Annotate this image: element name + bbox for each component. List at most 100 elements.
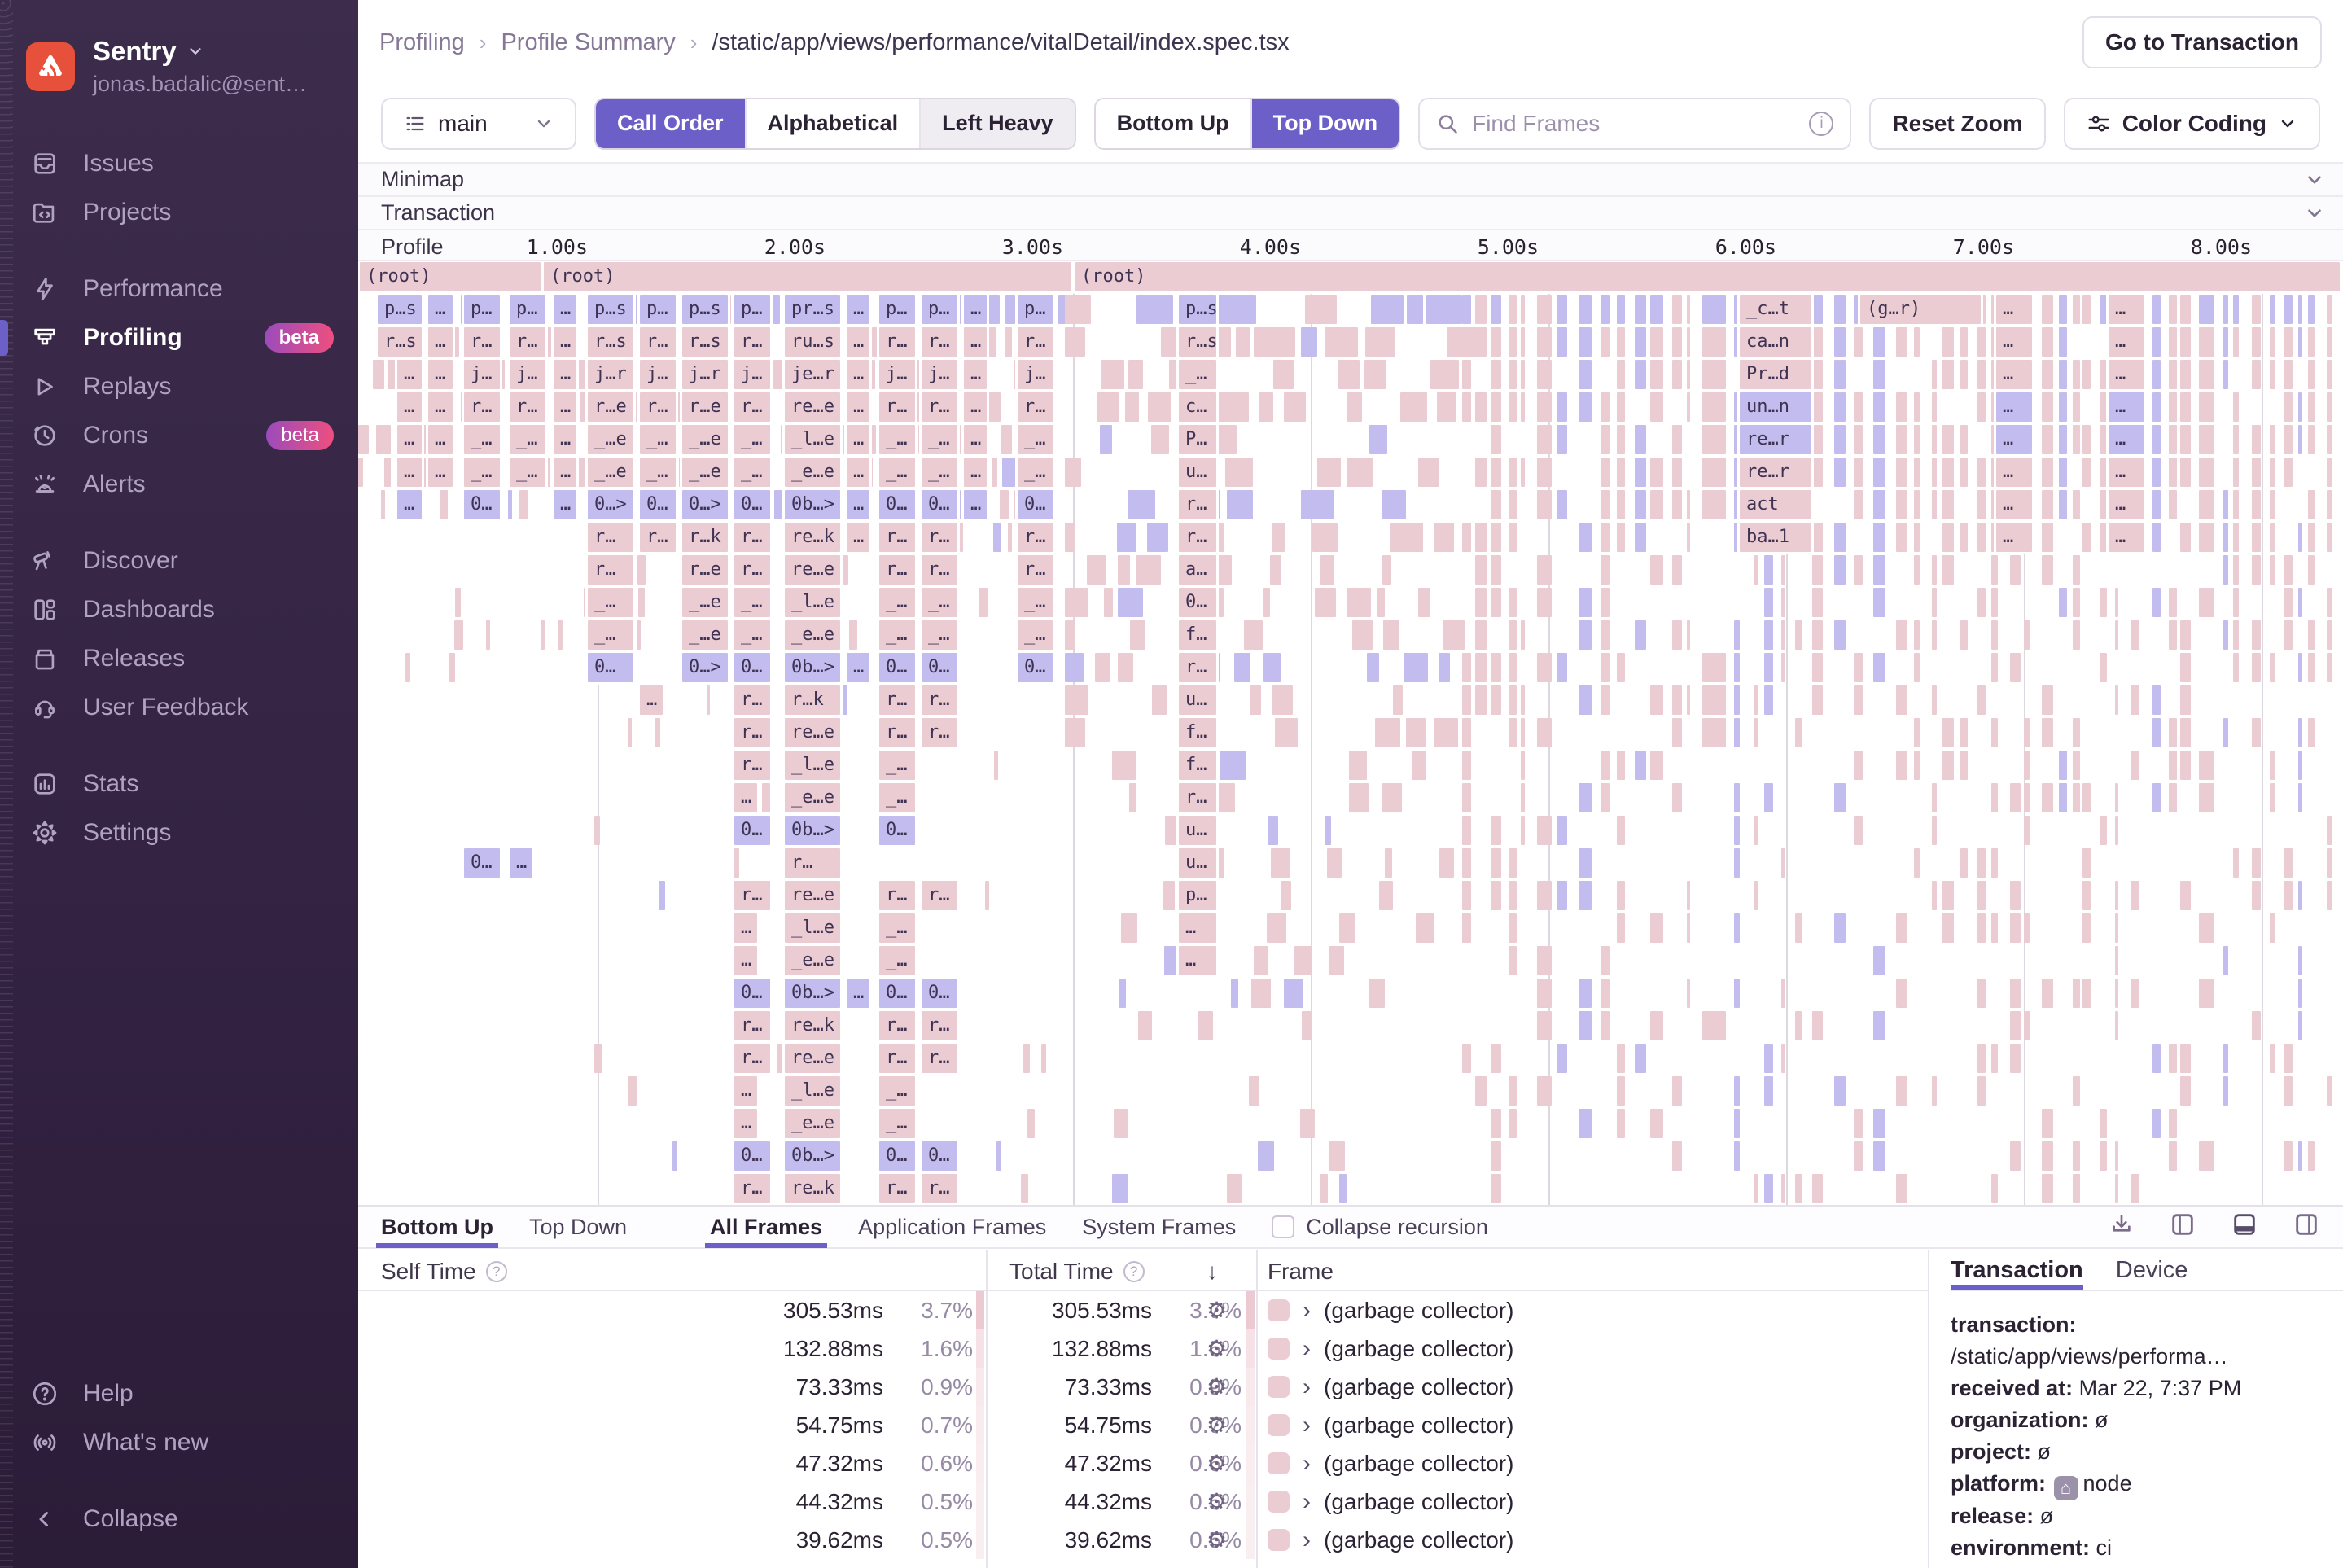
flame-frame[interactable]: [1617, 1076, 1625, 1106]
flame-frame[interactable]: …: [554, 490, 576, 519]
flame-frame[interactable]: [1672, 490, 1682, 519]
flame-frame[interactable]: [2199, 1141, 2214, 1171]
flame-frame[interactable]: [1914, 555, 1920, 585]
flame-frame[interactable]: [1942, 458, 1954, 487]
flame-frame[interactable]: [839, 555, 848, 585]
flame-frame[interactable]: [1198, 1011, 1213, 1040]
flame-frame[interactable]: [2298, 523, 2302, 552]
flame-frame[interactable]: 0…: [879, 490, 915, 519]
flame-frame[interactable]: [1932, 783, 1937, 812]
flame-frame[interactable]: [405, 653, 410, 682]
flame-frame[interactable]: [1118, 588, 1143, 617]
flame-frame[interactable]: [1734, 458, 1740, 487]
flame-frame[interactable]: [1754, 1174, 1758, 1203]
flame-frame[interactable]: 0b…>: [785, 1141, 840, 1171]
flame-frame[interactable]: [1734, 718, 1740, 747]
flame-frame[interactable]: [1734, 1076, 1740, 1106]
flame-frame[interactable]: [2024, 783, 2030, 812]
flame-frame[interactable]: _…: [588, 588, 633, 617]
flame-frame[interactable]: [1991, 620, 1998, 650]
flame-frame[interactable]: [1942, 555, 1954, 585]
flame-frame[interactable]: 0b…>: [785, 979, 840, 1008]
flame-frame[interactable]: (g…r): [1860, 295, 1981, 324]
flame-frame[interactable]: [1991, 588, 1998, 617]
flame-frame[interactable]: [1579, 881, 1592, 910]
flame-frame[interactable]: [992, 458, 997, 487]
sidebar-item-user-feedback[interactable]: User Feedback: [0, 683, 358, 732]
flame-frame[interactable]: [1537, 718, 1552, 747]
flame-frame[interactable]: [2169, 458, 2177, 487]
flame-frame[interactable]: [2298, 718, 2302, 747]
flame-frame[interactable]: [2169, 751, 2177, 780]
flame-frame[interactable]: [1117, 523, 1136, 552]
flame-frame[interactable]: [1129, 783, 1136, 812]
flame-frame[interactable]: [2115, 946, 2118, 975]
flame-frame[interactable]: [1781, 555, 1785, 585]
flame-frame[interactable]: [1873, 490, 1885, 519]
flame-frame[interactable]: [1371, 295, 1404, 324]
flame-frame[interactable]: [1795, 1174, 1802, 1203]
flame-frame[interactable]: [1406, 718, 1426, 747]
flame-frame[interactable]: _l…e: [785, 425, 840, 454]
flame-frame[interactable]: [2298, 979, 2302, 1008]
flame-frame[interactable]: [1795, 913, 1802, 943]
flame-frame[interactable]: [2010, 979, 2021, 1008]
flame-frame[interactable]: …: [964, 327, 987, 357]
flame-frame[interactable]: [2059, 360, 2067, 389]
flame-frame[interactable]: [2073, 783, 2080, 812]
flame-frame[interactable]: [2073, 1141, 2080, 1171]
flame-frame[interactable]: 0…: [464, 490, 500, 519]
flame-frame[interactable]: [1104, 588, 1113, 617]
flame-frame[interactable]: [1491, 295, 1501, 324]
flame-frame[interactable]: [2100, 360, 2107, 389]
flame-frame[interactable]: [1005, 295, 1015, 324]
flame-frame[interactable]: [1225, 458, 1253, 487]
flame-frame[interactable]: [2059, 588, 2067, 617]
flame-frame[interactable]: _…: [588, 620, 633, 650]
flame-frame[interactable]: [2308, 1141, 2315, 1171]
flame-frame[interactable]: [1942, 718, 1954, 747]
flame-frame[interactable]: [1272, 523, 1285, 552]
flame-frame[interactable]: [2284, 327, 2293, 357]
flame-frame[interactable]: [1896, 1076, 1907, 1106]
flame-frame[interactable]: [1914, 653, 1920, 682]
flame-frame[interactable]: [1687, 490, 1690, 519]
flame-frame[interactable]: [1509, 588, 1517, 617]
flame-frame[interactable]: [2252, 360, 2261, 389]
flame-frame[interactable]: r…: [510, 327, 545, 357]
color-coding-button[interactable]: Color Coding: [2064, 98, 2320, 150]
flame-frame[interactable]: [1475, 653, 1487, 682]
flame-frame[interactable]: [2252, 458, 2261, 487]
flame-frame[interactable]: [2152, 392, 2161, 422]
flame-frame[interactable]: [1781, 848, 1785, 878]
flame-frame[interactable]: r…: [734, 881, 770, 910]
flame-frame[interactable]: [2100, 1141, 2107, 1171]
flame-frame[interactable]: j…: [464, 360, 500, 389]
flame-frame[interactable]: [988, 392, 1001, 422]
flame-frame[interactable]: [2223, 1076, 2228, 1106]
flame-frame[interactable]: [1834, 1076, 1846, 1106]
flame-frame[interactable]: [1537, 816, 1552, 845]
flame-frame[interactable]: [1537, 360, 1552, 389]
flame-frame[interactable]: [1284, 979, 1303, 1008]
flame-frame[interactable]: …: [2109, 295, 2144, 324]
sidebar-collapse-button[interactable]: Collapse: [0, 1495, 358, 1544]
flame-frame[interactable]: [1932, 490, 1937, 519]
flame-frame[interactable]: r…e: [588, 392, 633, 422]
flame-frame[interactable]: [1521, 718, 1525, 747]
flame-frame[interactable]: [2059, 783, 2067, 812]
flame-frame[interactable]: [1942, 425, 1954, 454]
flame-frame[interactable]: [1393, 685, 1403, 715]
flame-frame[interactable]: …: [847, 979, 869, 1008]
flame-frame[interactable]: [2082, 979, 2091, 1008]
flame-frame[interactable]: 0…: [734, 816, 770, 845]
flame-frame[interactable]: [1579, 685, 1592, 715]
flame-frame[interactable]: [1521, 295, 1525, 324]
flame-frame[interactable]: [1475, 458, 1487, 487]
flame-frame[interactable]: [1537, 881, 1552, 910]
flame-frame[interactable]: [1320, 555, 1334, 585]
flame-frame[interactable]: [2327, 816, 2332, 845]
sidebar-item-help[interactable]: Help: [0, 1369, 358, 1418]
flame-frame[interactable]: 0…: [1018, 490, 1053, 519]
flame-frame[interactable]: [1087, 555, 1106, 585]
